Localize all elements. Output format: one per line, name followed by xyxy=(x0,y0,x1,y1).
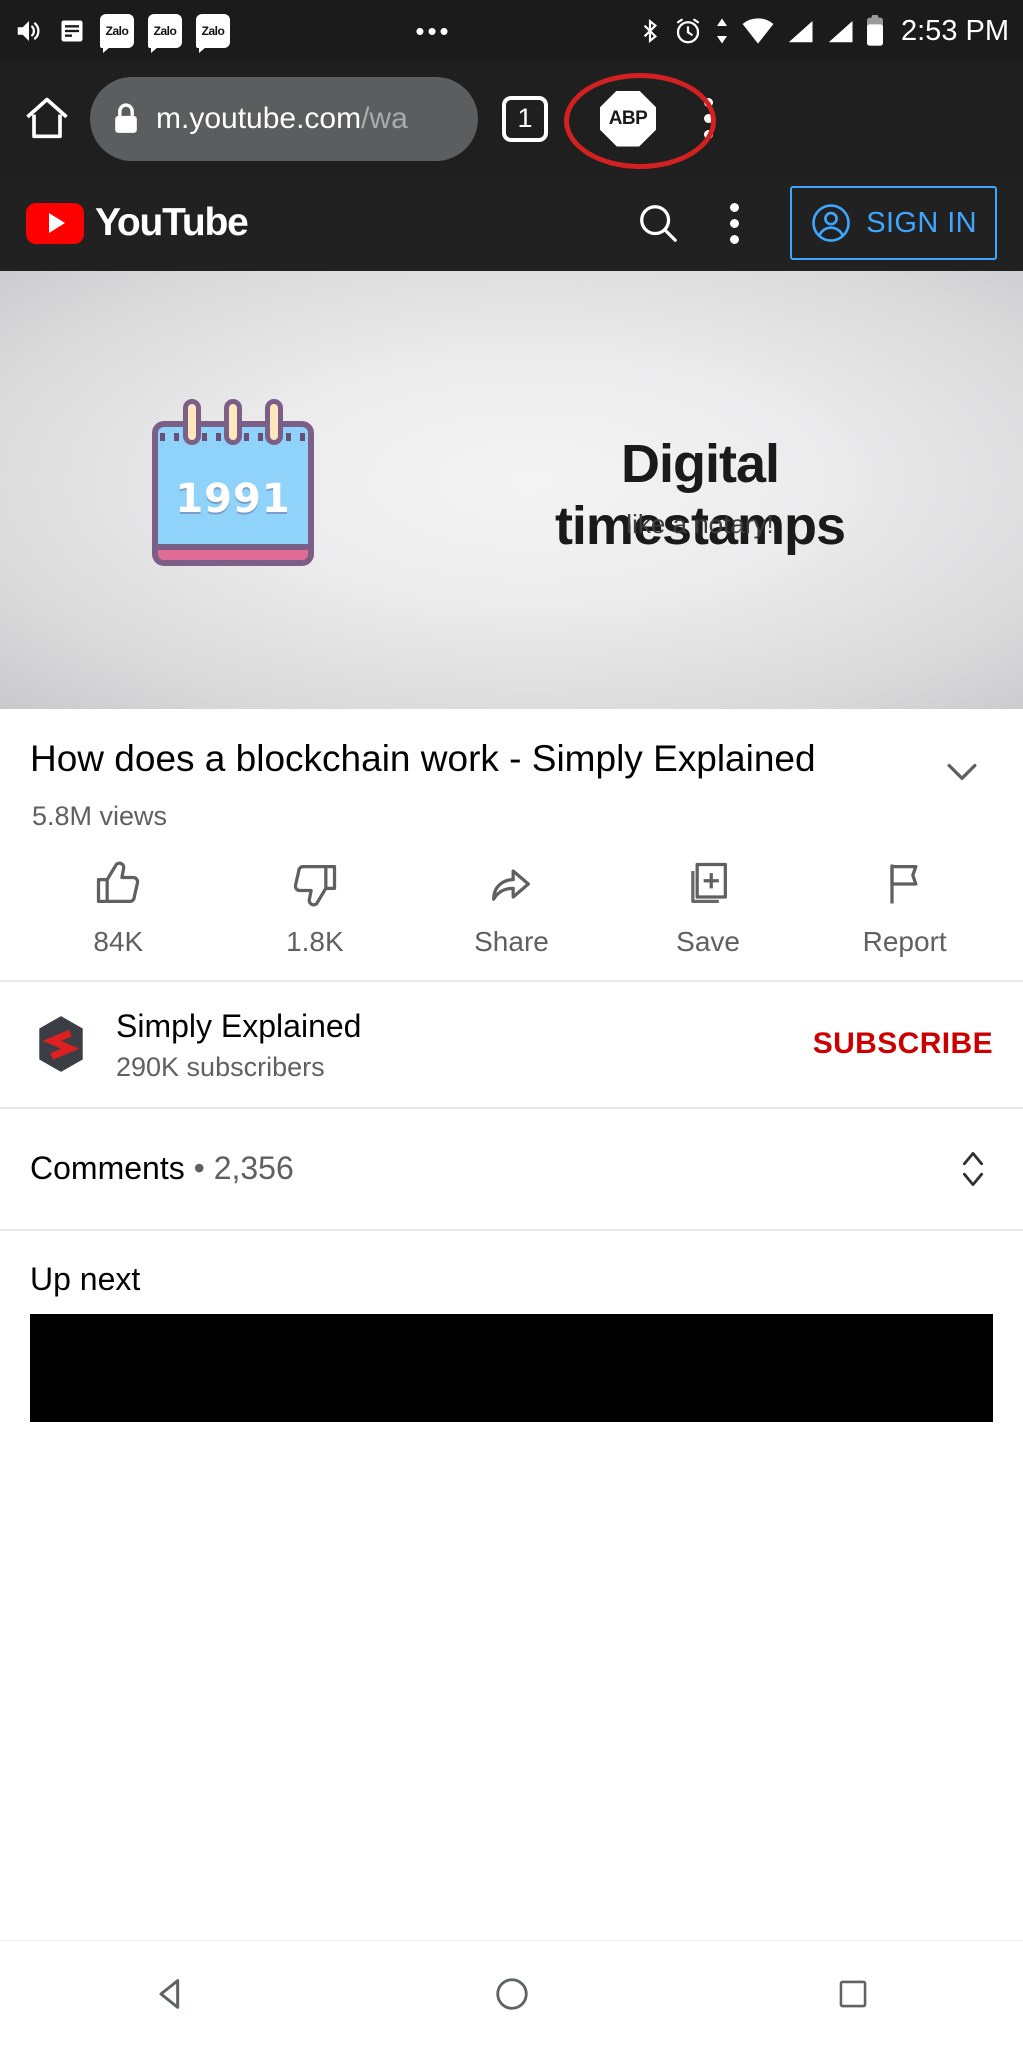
calendar-year: 1991 xyxy=(175,475,291,522)
like-count: 84K xyxy=(93,926,144,957)
home-circle-icon xyxy=(493,1975,531,2013)
video-title: How does a blockchain work - Simply Expl… xyxy=(30,738,816,779)
account-circle-icon xyxy=(810,202,852,244)
app-badge-zalo: Zalo xyxy=(148,14,182,53)
share-button[interactable]: Share xyxy=(413,858,610,958)
report-label: Report xyxy=(862,926,947,957)
action-bar: 84K 1.8K Share Save Report xyxy=(0,832,1023,980)
share-icon xyxy=(485,858,537,910)
up-next-label: Up next xyxy=(30,1260,141,1297)
url-text: m.youtube.com/wa xyxy=(156,102,408,136)
app-badge-zalo: Zalo xyxy=(100,14,134,53)
comments-separator: • xyxy=(193,1150,205,1187)
video-details: How does a blockchain work - Simply Expl… xyxy=(0,709,1023,1422)
share-label: Share xyxy=(474,926,549,957)
nav-back-button[interactable] xyxy=(111,1941,231,2047)
save-button[interactable]: Save xyxy=(610,858,807,958)
flag-icon xyxy=(879,858,931,910)
android-navigation-bar xyxy=(0,1940,1023,2046)
lock-icon xyxy=(112,102,140,136)
dislike-count: 1.8K xyxy=(286,926,344,957)
status-clock: 2:53 PM xyxy=(901,14,1009,47)
url-host: m.youtube.com xyxy=(156,101,362,135)
app-badge-zalo: Zalo xyxy=(196,14,230,53)
adblock-plus-button[interactable]: ABP xyxy=(564,69,716,169)
dislike-button[interactable]: 1.8K xyxy=(217,858,414,958)
sync-icon xyxy=(713,16,731,46)
search-button[interactable] xyxy=(620,185,696,261)
report-button[interactable]: Report xyxy=(806,858,1003,958)
volume-icon xyxy=(14,16,44,46)
video-subhead: like a notary! xyxy=(626,509,774,539)
channel-row[interactable]: Simply Explained 290K subscribers SUBSCR… xyxy=(0,982,1023,1107)
youtube-header: YouTube SIGN IN xyxy=(0,175,1023,271)
recents-square-icon xyxy=(836,1977,870,2011)
status-bar: Zalo Zalo Zalo ••• 2:53 PM xyxy=(0,0,1023,62)
browser-toolbar: m.youtube.com/wa 1 ABP xyxy=(0,62,1023,175)
signal-icon xyxy=(785,17,815,45)
alarm-icon xyxy=(673,16,703,46)
youtube-wordmark: YouTube xyxy=(95,201,249,244)
save-icon xyxy=(682,858,734,910)
sort-chevrons-icon[interactable] xyxy=(953,1143,993,1195)
status-overflow-icon: ••• xyxy=(415,16,452,46)
subscriber-count: 290K subscribers xyxy=(116,1051,325,1082)
sign-in-button[interactable]: SIGN IN xyxy=(790,186,997,260)
kebab-menu-icon xyxy=(729,202,739,244)
channel-name: Simply Explained xyxy=(116,1008,362,1044)
back-triangle-icon xyxy=(151,1974,191,2014)
signal-icon xyxy=(825,17,855,45)
bluetooth-icon xyxy=(637,16,663,46)
thumbs-down-icon xyxy=(289,858,341,910)
wifi-icon xyxy=(741,17,775,45)
comments-label: Comments • 2,356 xyxy=(30,1150,294,1187)
channel-avatar xyxy=(30,1013,92,1076)
tab-counter-button[interactable]: 1 xyxy=(502,95,548,142)
title-row: How does a blockchain work - Simply Expl… xyxy=(0,709,1023,793)
video-player[interactable]: 1991 Digital timestamps like a notary! xyxy=(0,271,1023,709)
battery-icon xyxy=(865,15,885,47)
expand-description-button[interactable] xyxy=(931,735,993,793)
nav-recents-button[interactable] xyxy=(793,1941,913,2047)
comments-row[interactable]: Comments • 2,356 xyxy=(0,1109,1023,1229)
save-label: Save xyxy=(676,926,740,957)
home-button[interactable] xyxy=(16,88,78,150)
channel-meta: Simply Explained 290K subscribers xyxy=(116,1006,789,1083)
search-icon xyxy=(635,200,681,246)
youtube-menu-button[interactable] xyxy=(696,185,772,261)
calendar-graphic: 1991 xyxy=(152,399,314,566)
view-count: 5.8M views xyxy=(32,801,168,831)
youtube-play-icon xyxy=(26,202,84,244)
home-icon xyxy=(21,93,73,145)
sign-in-label: SIGN IN xyxy=(866,206,977,239)
like-button[interactable]: 84K xyxy=(20,858,217,958)
url-path: /wa xyxy=(361,101,408,135)
chevron-down-icon xyxy=(940,749,984,793)
subscribe-button[interactable]: SUBSCRIBE xyxy=(813,1027,993,1061)
comments-count: 2,356 xyxy=(213,1150,294,1187)
nav-home-button[interactable] xyxy=(452,1941,572,2047)
thumbs-up-icon xyxy=(92,858,144,910)
abp-icon: ABP xyxy=(600,90,656,147)
youtube-logo[interactable]: YouTube xyxy=(26,201,249,245)
notification-icon xyxy=(58,17,86,45)
up-next-thumbnail[interactable] xyxy=(30,1313,993,1422)
address-bar[interactable]: m.youtube.com/wa xyxy=(90,76,478,161)
